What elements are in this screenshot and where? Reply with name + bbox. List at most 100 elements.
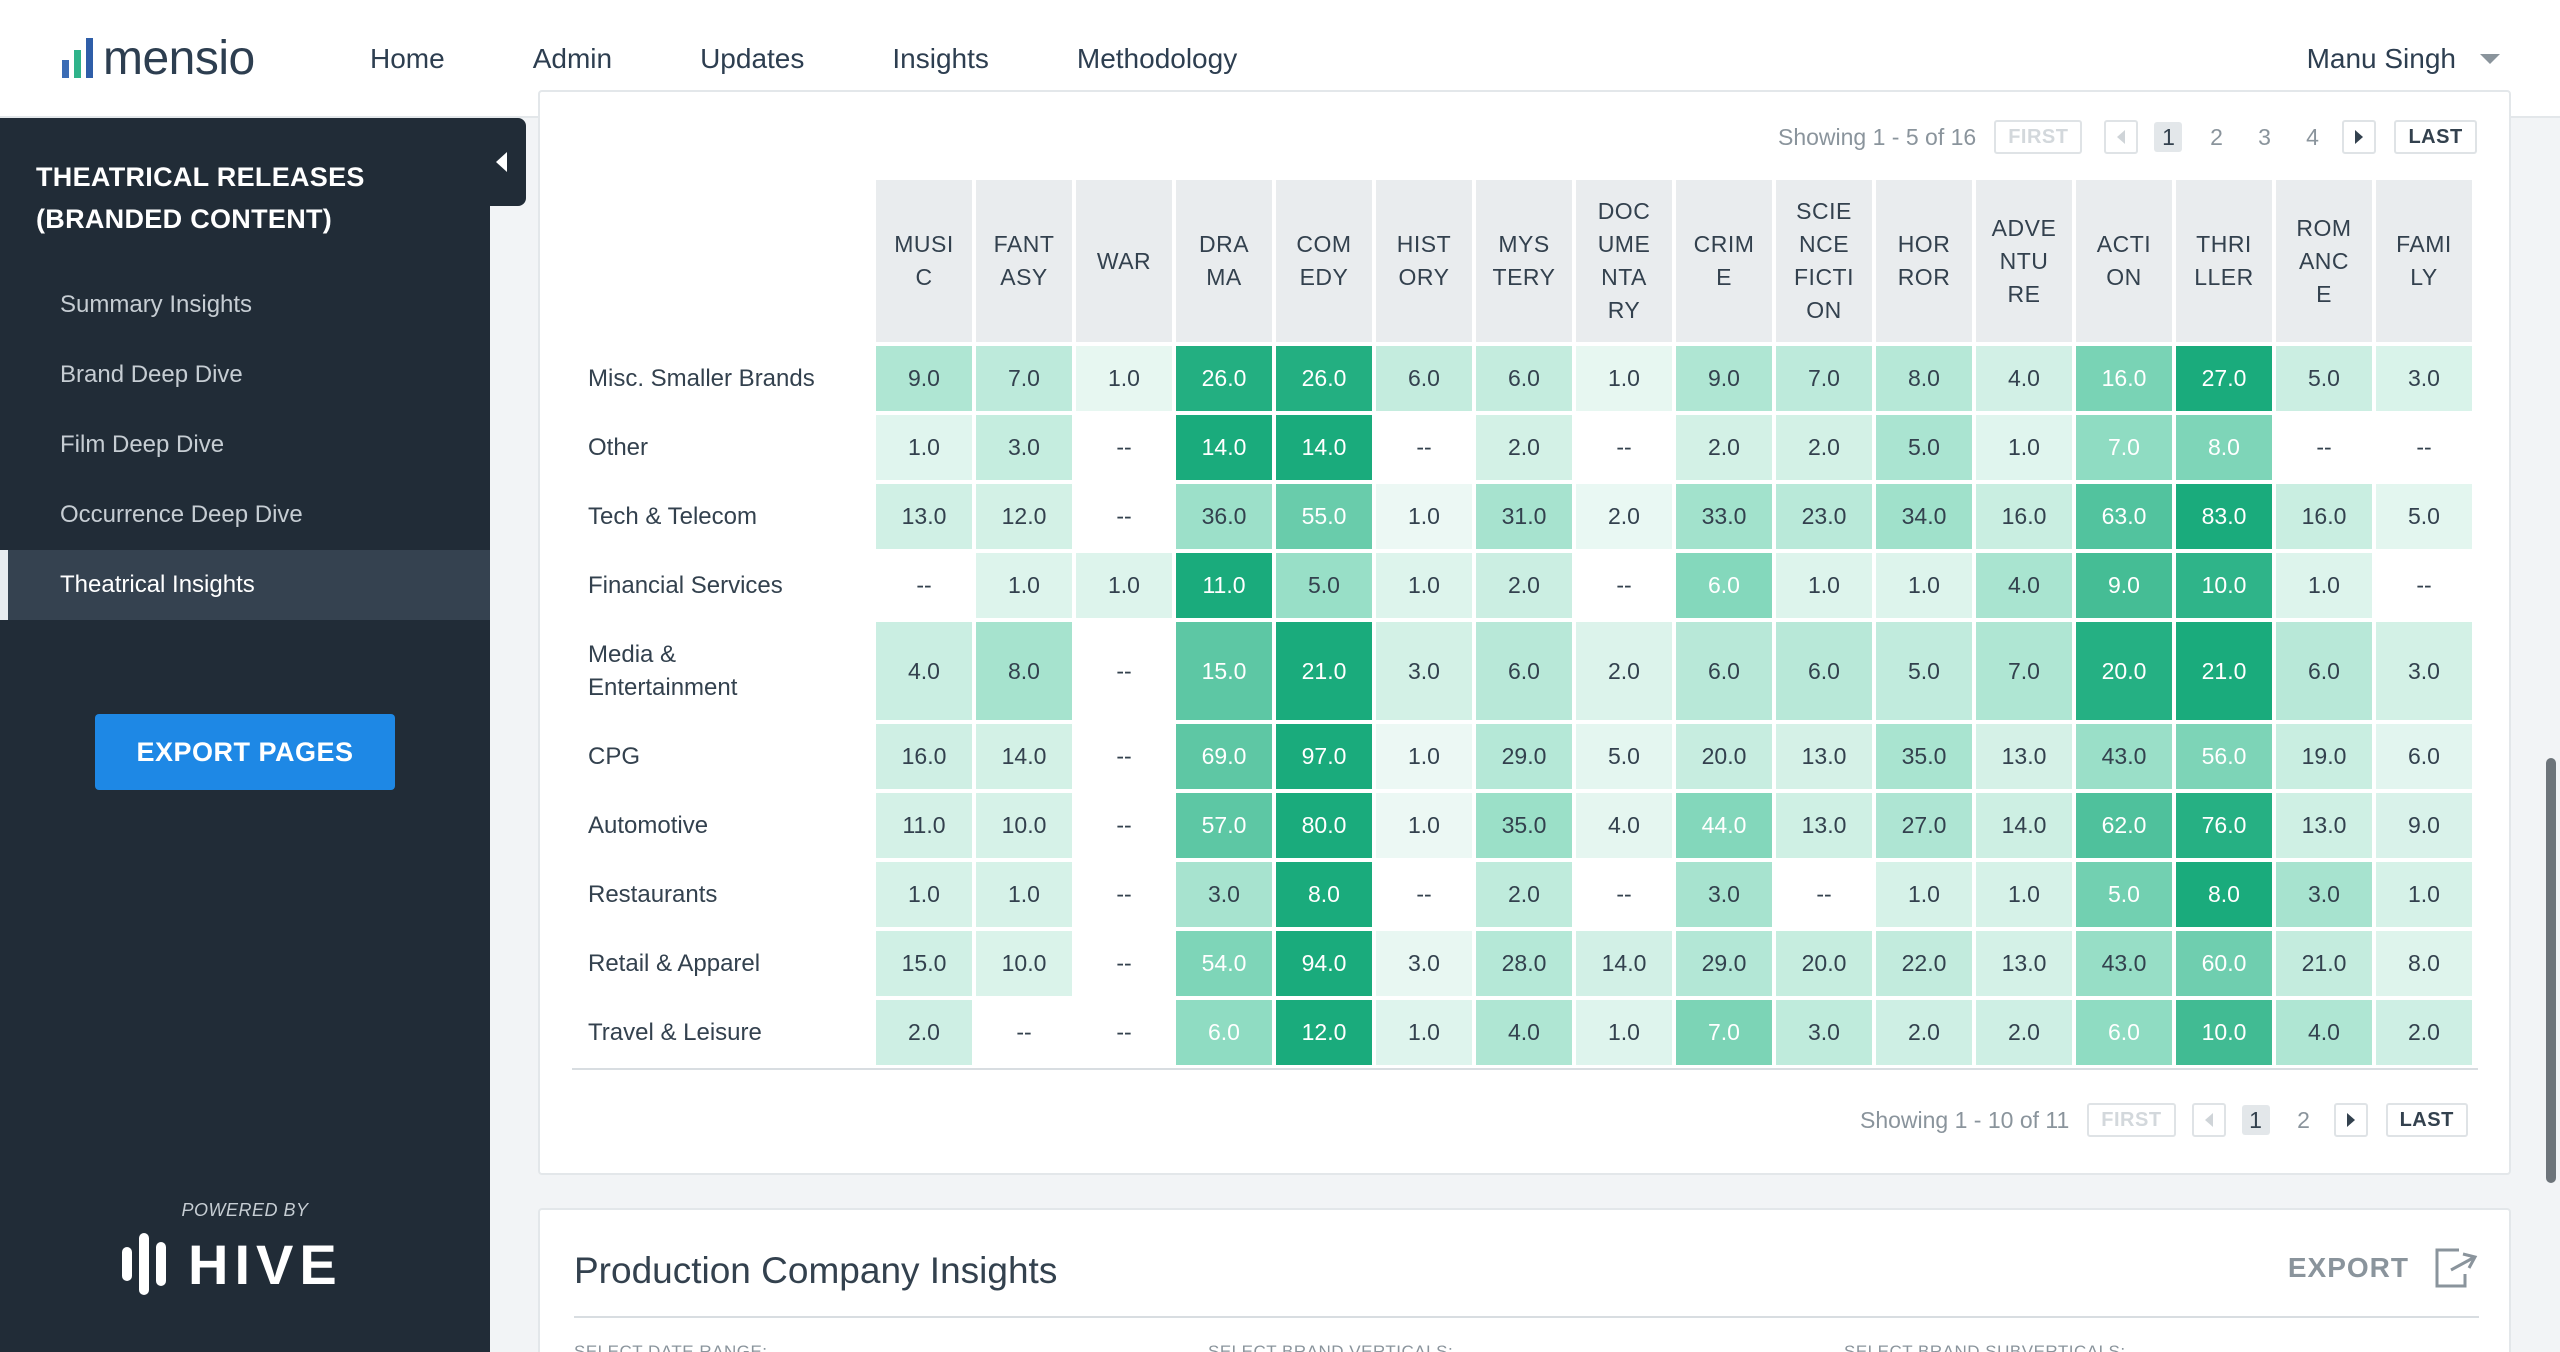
heatmap-cell[interactable]: 3.0 <box>1376 931 1472 996</box>
heatmap-cell[interactable]: 8.0 <box>2176 415 2272 480</box>
heatmap-cell[interactable]: 12.0 <box>1276 1000 1372 1065</box>
heatmap-cell[interactable]: -- <box>1076 931 1172 996</box>
heatmap-cell[interactable]: 1.0 <box>1376 1000 1472 1065</box>
heatmap-cell[interactable]: 16.0 <box>1976 484 2072 549</box>
heatmap-cell[interactable]: 27.0 <box>2176 346 2272 411</box>
column-header-science-fiction[interactable]: SCIE NCE FICTI ON <box>1776 180 1872 342</box>
heatmap-cell[interactable]: 8.0 <box>1876 346 1972 411</box>
heatmap-cell[interactable]: 6.0 <box>1476 346 1572 411</box>
column-header-romance[interactable]: ROM ANC E <box>2276 180 2372 342</box>
last-page-button[interactable]: LAST <box>2385 1103 2468 1137</box>
heatmap-cell[interactable]: 35.0 <box>1476 793 1572 858</box>
heatmap-cell[interactable]: -- <box>2376 553 2472 618</box>
heatmap-cell[interactable]: 33.0 <box>1676 484 1772 549</box>
heatmap-cell[interactable]: 80.0 <box>1276 793 1372 858</box>
column-header-war[interactable]: WAR <box>1076 180 1172 342</box>
heatmap-cell[interactable]: 1.0 <box>1076 553 1172 618</box>
heatmap-cell[interactable]: 1.0 <box>1576 1000 1672 1065</box>
heatmap-cell[interactable]: 3.0 <box>1376 622 1472 720</box>
heatmap-cell[interactable]: 1.0 <box>1376 793 1472 858</box>
heatmap-cell[interactable]: 21.0 <box>1276 622 1372 720</box>
heatmap-cell[interactable]: 4.0 <box>1976 553 2072 618</box>
column-header-thriller[interactable]: THRI LLER <box>2176 180 2272 342</box>
next-page-button[interactable] <box>2333 1103 2368 1137</box>
heatmap-cell[interactable]: 28.0 <box>1476 931 1572 996</box>
heatmap-cell[interactable]: 15.0 <box>876 931 972 996</box>
heatmap-cell[interactable]: 6.0 <box>1776 622 1872 720</box>
nav-home[interactable]: Home <box>370 43 445 75</box>
heatmap-cell[interactable]: -- <box>2276 415 2372 480</box>
column-header-horror[interactable]: HOR ROR <box>1876 180 1972 342</box>
heatmap-cell[interactable]: 43.0 <box>2076 931 2172 996</box>
nav-methodology[interactable]: Methodology <box>1077 43 1237 75</box>
heatmap-cell[interactable]: 83.0 <box>2176 484 2272 549</box>
heatmap-cell[interactable]: 2.0 <box>1876 1000 1972 1065</box>
heatmap-cell[interactable]: 4.0 <box>1576 793 1672 858</box>
heatmap-cell[interactable]: 7.0 <box>1776 346 1872 411</box>
sidebar-item-occurrence-deep-dive[interactable]: Occurrence Deep Dive <box>0 480 490 550</box>
heatmap-cell[interactable]: 8.0 <box>2376 931 2472 996</box>
heatmap-cell[interactable]: 1.0 <box>1576 346 1672 411</box>
heatmap-cell[interactable]: 20.0 <box>2076 622 2172 720</box>
heatmap-cell[interactable]: 5.0 <box>2276 346 2372 411</box>
heatmap-cell[interactable]: 1.0 <box>1876 553 1972 618</box>
first-page-button[interactable]: FIRST <box>1994 120 2083 154</box>
sidebar-item-film-deep-dive[interactable]: Film Deep Dive <box>0 410 490 480</box>
heatmap-cell[interactable]: 69.0 <box>1176 724 1272 789</box>
heatmap-cell[interactable]: 4.0 <box>1476 1000 1572 1065</box>
heatmap-cell[interactable]: 11.0 <box>1176 553 1272 618</box>
column-header-fantasy[interactable]: FANT ASY <box>976 180 1072 342</box>
heatmap-cell[interactable]: 8.0 <box>1276 862 1372 927</box>
heatmap-cell[interactable]: 1.0 <box>1076 346 1172 411</box>
column-header-action[interactable]: ACTI ON <box>2076 180 2172 342</box>
page-scrollbar[interactable] <box>2540 118 2560 1352</box>
next-page-button[interactable] <box>2342 120 2377 154</box>
heatmap-cell[interactable]: -- <box>1076 1000 1172 1065</box>
heatmap-cell[interactable]: 2.0 <box>1476 553 1572 618</box>
heatmap-cell[interactable]: 20.0 <box>1776 931 1872 996</box>
heatmap-cell[interactable]: 3.0 <box>2376 622 2472 720</box>
heatmap-cell[interactable]: 14.0 <box>976 724 1072 789</box>
heatmap-cell[interactable]: 1.0 <box>1376 724 1472 789</box>
sidebar-item-summary-insights[interactable]: Summary Insights <box>0 270 490 340</box>
column-header-documentary[interactable]: DOC UME NTA RY <box>1576 180 1672 342</box>
heatmap-cell[interactable]: 63.0 <box>2076 484 2172 549</box>
heatmap-cell[interactable]: 94.0 <box>1276 931 1372 996</box>
heatmap-cell[interactable]: 1.0 <box>976 553 1072 618</box>
heatmap-cell[interactable]: 5.0 <box>2076 862 2172 927</box>
scrollbar-thumb[interactable] <box>2546 758 2556 1183</box>
heatmap-cell[interactable]: 1.0 <box>1776 553 1872 618</box>
heatmap-cell[interactable]: 9.0 <box>876 346 972 411</box>
heatmap-cell[interactable]: 6.0 <box>1676 553 1772 618</box>
heatmap-cell[interactable]: 31.0 <box>1476 484 1572 549</box>
heatmap-cell[interactable]: 2.0 <box>876 1000 972 1065</box>
heatmap-cell[interactable]: 1.0 <box>1976 862 2072 927</box>
heatmap-cell[interactable]: 13.0 <box>876 484 972 549</box>
heatmap-cell[interactable]: -- <box>2376 415 2472 480</box>
heatmap-cell[interactable]: -- <box>876 553 972 618</box>
heatmap-cell[interactable]: -- <box>1076 484 1172 549</box>
heatmap-cell[interactable]: 3.0 <box>1176 862 1272 927</box>
page-2-button[interactable]: 2 <box>2290 1105 2318 1135</box>
heatmap-cell[interactable]: 16.0 <box>2276 484 2372 549</box>
heatmap-cell[interactable]: 26.0 <box>1276 346 1372 411</box>
heatmap-cell[interactable]: -- <box>1576 862 1672 927</box>
heatmap-cell[interactable]: 13.0 <box>2276 793 2372 858</box>
heatmap-cell[interactable]: 1.0 <box>976 862 1072 927</box>
heatmap-cell[interactable]: 76.0 <box>2176 793 2272 858</box>
heatmap-cell[interactable]: 1.0 <box>1876 862 1972 927</box>
column-header-family[interactable]: FAMI LY <box>2376 180 2472 342</box>
column-header-adventure[interactable]: ADVE NTU RE <box>1976 180 2072 342</box>
previous-page-button[interactable] <box>2191 1103 2226 1137</box>
heatmap-cell[interactable]: 13.0 <box>1976 724 2072 789</box>
heatmap-cell[interactable]: 3.0 <box>1776 1000 1872 1065</box>
heatmap-cell[interactable]: 7.0 <box>2076 415 2172 480</box>
nav-admin[interactable]: Admin <box>533 43 612 75</box>
heatmap-cell[interactable]: 19.0 <box>2276 724 2372 789</box>
heatmap-cell[interactable]: 15.0 <box>1176 622 1272 720</box>
heatmap-cell[interactable]: 13.0 <box>1776 724 1872 789</box>
heatmap-cell[interactable]: 56.0 <box>2176 724 2272 789</box>
sidebar-item-theatrical-insights[interactable]: Theatrical Insights <box>0 550 490 620</box>
heatmap-cell[interactable]: 1.0 <box>2276 553 2372 618</box>
column-header-music[interactable]: MUSI C <box>876 180 972 342</box>
